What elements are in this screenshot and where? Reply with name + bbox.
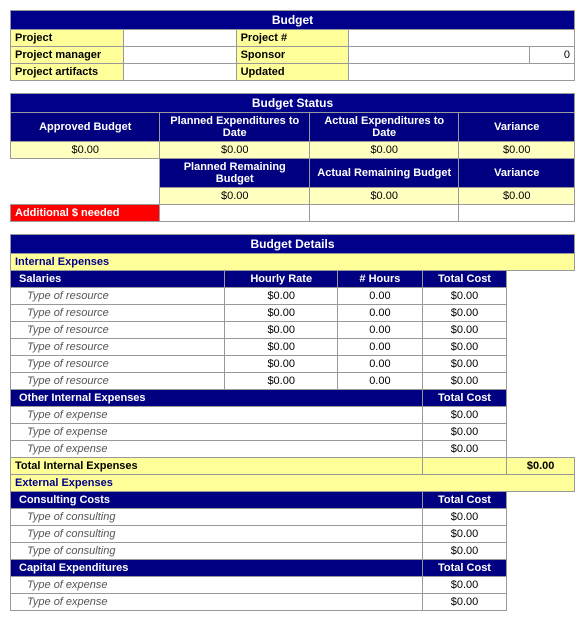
- project-label: Project: [11, 30, 124, 47]
- sponsor-label: Sponsor: [236, 47, 349, 64]
- total-internal-value: $0.00: [507, 458, 575, 475]
- consulting-type-2[interactable]: Type of consulting: [11, 526, 423, 543]
- table-row: Type of resource $0.00 0.00 $0.00: [11, 322, 575, 339]
- internal-expenses-label: Internal Expenses: [11, 254, 575, 271]
- consulting-label: Consulting Costs: [11, 492, 423, 509]
- resource-type-3[interactable]: Type of resource: [11, 322, 225, 339]
- resource-type-4[interactable]: Type of resource: [11, 339, 225, 356]
- col-actual-exp: Actual Expenditures to Date: [309, 113, 458, 142]
- col-planned-exp: Planned Expenditures to Date: [160, 113, 309, 142]
- col-hourly-rate: Hourly Rate: [225, 271, 338, 288]
- col-total-cost: Total Cost: [422, 271, 507, 288]
- table-row: Type of resource $0.00 0.00 $0.00: [11, 373, 575, 390]
- sponsor-value[interactable]: [349, 47, 530, 64]
- table-row: Type of resource $0.00 0.00 $0.00: [11, 305, 575, 322]
- capital-type-1[interactable]: Type of expense: [11, 577, 423, 594]
- consulting-type-3[interactable]: Type of consulting: [11, 543, 423, 560]
- resource-type-2[interactable]: Type of resource: [11, 305, 225, 322]
- capital-total-col: Total Cost: [422, 560, 507, 577]
- project-artifacts-value[interactable]: [123, 64, 236, 81]
- resource-type-6[interactable]: Type of resource: [11, 373, 225, 390]
- resource-type-5[interactable]: Type of resource: [11, 356, 225, 373]
- planned-remaining-value[interactable]: $0.00: [160, 188, 309, 205]
- variance-value[interactable]: $0.00: [459, 142, 575, 159]
- consulting-total-col: Total Cost: [422, 492, 507, 509]
- actual-value[interactable]: $0.00: [309, 142, 458, 159]
- budget-title: Budget: [11, 11, 575, 30]
- additional-value[interactable]: [160, 205, 309, 222]
- project-hash-value[interactable]: [349, 30, 575, 47]
- project-manager-value[interactable]: [123, 47, 236, 64]
- budget-table: Budget Project Project # Project manager…: [10, 10, 575, 81]
- table-row: Type of expense $0.00: [11, 594, 575, 611]
- expense-type-2[interactable]: Type of expense: [11, 424, 423, 441]
- col-variance2: Variance: [459, 159, 575, 188]
- project-hash-label: Project #: [236, 30, 349, 47]
- table-row: Type of resource $0.00 0.00 $0.00: [11, 288, 575, 305]
- consulting-type-1[interactable]: Type of consulting: [11, 509, 423, 526]
- approved-value[interactable]: $0.00: [11, 142, 160, 159]
- planned-value[interactable]: $0.00: [160, 142, 309, 159]
- expense-type-3[interactable]: Type of expense: [11, 441, 423, 458]
- col-approved-budget: Approved Budget: [11, 113, 160, 142]
- budget-status-title: Budget Status: [11, 94, 575, 113]
- table-row: Type of expense $0.00: [11, 577, 575, 594]
- budget-details-table: Budget Details Internal Expenses Salarie…: [10, 234, 575, 611]
- table-row: Type of expense $0.00: [11, 424, 575, 441]
- other-internal-label: Other Internal Expenses: [11, 390, 423, 407]
- table-row: Type of expense $0.00: [11, 441, 575, 458]
- external-expenses-label: External Expenses: [11, 475, 575, 492]
- table-row: Type of consulting $0.00: [11, 526, 575, 543]
- col-actual-remaining: Actual Remaining Budget: [309, 159, 458, 188]
- capital-label: Capital Expenditures: [11, 560, 423, 577]
- updated-value[interactable]: [349, 64, 575, 81]
- additional-needed: Additional $ needed: [11, 205, 160, 222]
- table-row: Type of expense $0.00: [11, 407, 575, 424]
- expense-type-1[interactable]: Type of expense: [11, 407, 423, 424]
- variance2-value[interactable]: $0.00: [459, 188, 575, 205]
- budget-details-title: Budget Details: [11, 235, 575, 254]
- resource-type-1[interactable]: Type of resource: [11, 288, 225, 305]
- project-artifacts-label: Project artifacts: [11, 64, 124, 81]
- col-variance: Variance: [459, 113, 575, 142]
- project-value[interactable]: [123, 30, 236, 47]
- table-row: Type of resource $0.00 0.00 $0.00: [11, 356, 575, 373]
- salaries-label: Salaries: [11, 271, 225, 288]
- actual-remaining-value[interactable]: $0.00: [309, 188, 458, 205]
- updated-label: Updated: [236, 64, 349, 81]
- project-manager-label: Project manager: [11, 47, 124, 64]
- table-row: Type of consulting $0.00: [11, 509, 575, 526]
- table-row: Type of consulting $0.00: [11, 543, 575, 560]
- total-internal-label: Total Internal Expenses: [11, 458, 423, 475]
- col-hours: # Hours: [338, 271, 423, 288]
- sponsor-number: 0: [529, 47, 574, 64]
- capital-type-2[interactable]: Type of expense: [11, 594, 423, 611]
- other-total-col: Total Cost: [422, 390, 507, 407]
- table-row: Type of resource $0.00 0.00 $0.00: [11, 339, 575, 356]
- col-planned-remaining: Planned Remaining Budget: [160, 159, 309, 188]
- budget-status-table: Budget Status Approved Budget Planned Ex…: [10, 93, 575, 222]
